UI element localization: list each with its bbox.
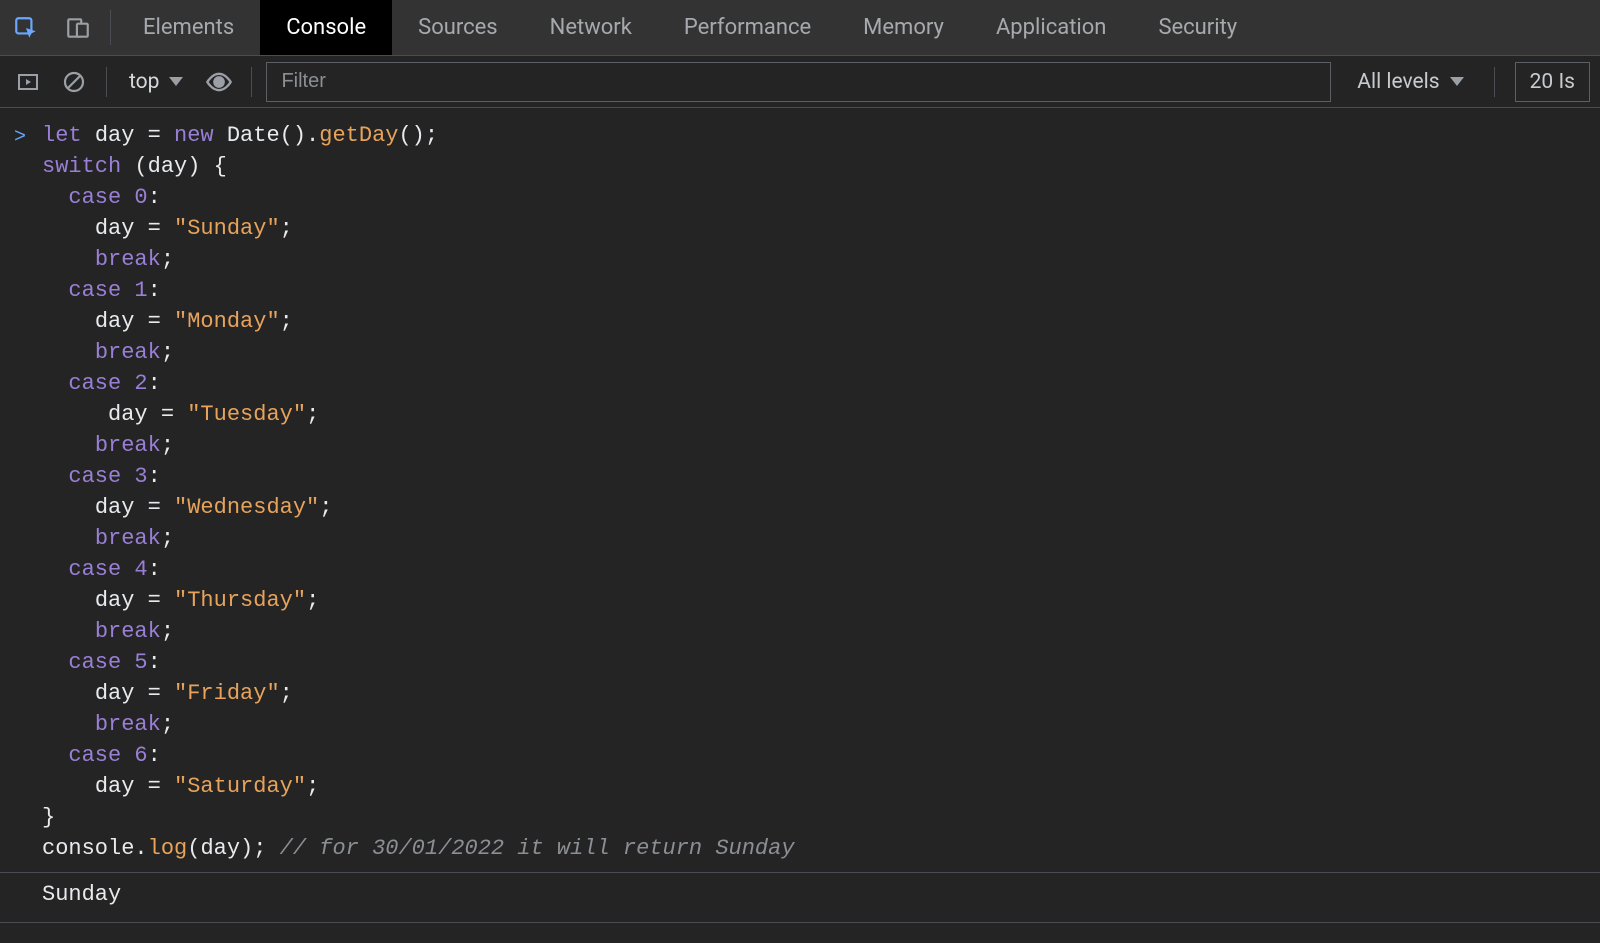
code-block: let day = new Date().getDay(); switch (d… [42,120,795,864]
row-separator [0,922,1600,923]
tab-label: Network [550,15,632,40]
console-input-entry[interactable]: > let day = new Date().getDay(); switch … [0,118,1600,866]
live-expression-icon[interactable] [201,64,237,100]
panel-tabs: Elements Console Sources Network Perform… [117,0,1263,55]
tab-application[interactable]: Application [970,0,1132,55]
filter-input[interactable] [266,62,1331,102]
console-toolbar: top All levels 20 Is [0,56,1600,108]
divider [106,67,107,97]
chevron-down-icon [169,77,183,86]
tab-label: Elements [143,15,234,40]
tab-label: Sources [418,15,498,40]
tab-label: Memory [863,15,944,40]
prompt-marker: > [14,120,42,153]
divider [110,10,111,45]
tab-memory[interactable]: Memory [837,0,970,55]
output-gutter [14,879,42,912]
tab-security[interactable]: Security [1132,0,1263,55]
console-output-entry: Sunday [0,873,1600,916]
console-output: Sunday [42,879,121,910]
chevron-down-icon [1450,77,1464,86]
divider [251,67,252,97]
log-level-selector[interactable]: All levels [1341,70,1479,94]
tab-label: Security [1158,15,1237,40]
tab-performance[interactable]: Performance [658,0,837,55]
tab-label: Console [286,15,366,40]
issues-label: 20 Is [1530,70,1575,94]
levels-label: All levels [1357,70,1439,94]
tab-sources[interactable]: Sources [392,0,524,55]
divider [1494,67,1495,97]
context-label: top [129,70,159,94]
tab-label: Performance [684,15,811,40]
tab-network[interactable]: Network [524,0,658,55]
tab-label: Application [996,15,1106,40]
tab-elements[interactable]: Elements [117,0,260,55]
clear-console-icon[interactable] [56,64,92,100]
devtools-tabbar: Elements Console Sources Network Perform… [0,0,1600,56]
inspect-element-icon[interactable] [0,0,52,55]
console-body: > let day = new Date().getDay(); switch … [0,108,1600,923]
device-toolbar-icon[interactable] [52,0,104,55]
filter-container [266,62,1331,102]
execution-context-selector[interactable]: top [121,70,191,94]
toggle-sidebar-icon[interactable] [10,64,46,100]
issues-button[interactable]: 20 Is [1515,62,1590,102]
tab-console[interactable]: Console [260,0,392,55]
